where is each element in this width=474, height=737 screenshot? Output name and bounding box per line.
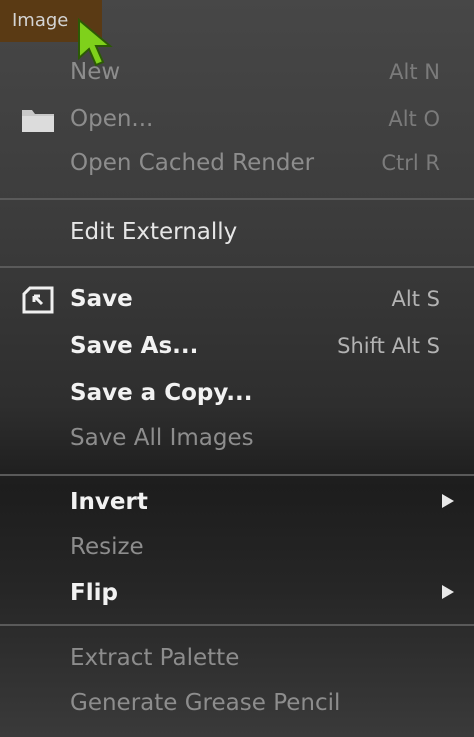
menu-item-save-label: Save — [70, 286, 133, 312]
menu-item-save-as-shortcut: Shift Alt S — [337, 334, 440, 358]
menu-item-save-as-label: Save As... — [70, 333, 199, 359]
menu-item-new-shortcut: Alt N — [389, 60, 440, 84]
separator — [0, 198, 474, 200]
screen: Image New Alt N Open... Alt O Open Cache… — [0, 0, 474, 737]
menu-item-save-all-images[interactable]: Save All Images — [0, 416, 474, 460]
menu-item-extract-palette-label: Extract Palette — [70, 645, 240, 671]
menu-item-generate-grease-pencil[interactable]: Generate Grease Pencil — [0, 681, 474, 725]
save-icon — [22, 286, 54, 314]
menu-item-invert-label: Invert — [70, 489, 148, 515]
menu-item-flip[interactable]: Flip — [0, 571, 474, 615]
menu-item-edit-externally[interactable]: Edit Externally — [0, 210, 474, 254]
separator — [0, 474, 474, 476]
menu-item-save-all-images-label: Save All Images — [70, 425, 254, 451]
menu-item-flip-label: Flip — [70, 580, 118, 606]
chevron-right-icon — [442, 585, 454, 599]
menu-item-invert[interactable]: Invert — [0, 480, 474, 524]
menu-item-resize[interactable]: Resize — [0, 525, 474, 569]
menu-item-edit-externally-label: Edit Externally — [70, 219, 238, 245]
menu-item-open[interactable]: Open... Alt O — [0, 97, 474, 141]
menu-item-save-shortcut: Alt S — [391, 287, 440, 311]
separator — [0, 624, 474, 626]
menu-item-save-a-copy[interactable]: Save a Copy... — [0, 371, 474, 415]
menu-item-open-cached-render-label: Open Cached Render — [70, 150, 315, 176]
cursor-icon — [78, 18, 113, 67]
menu-item-open-label: Open... — [70, 106, 154, 132]
menu-item-save[interactable]: Save Alt S — [0, 277, 474, 321]
folder-icon — [22, 110, 54, 132]
image-menu: New Alt N Open... Alt O Open Cached Rend… — [0, 40, 474, 737]
menu-item-open-shortcut: Alt O — [388, 107, 440, 131]
menu-item-open-cached-render[interactable]: Open Cached Render Ctrl R — [0, 141, 474, 185]
menu-item-save-as[interactable]: Save As... Shift Alt S — [0, 324, 474, 368]
menu-item-new[interactable]: New Alt N — [0, 50, 474, 94]
menu-item-open-cached-render-shortcut: Ctrl R — [381, 151, 440, 175]
menu-item-resize-label: Resize — [70, 534, 144, 560]
menu-item-save-a-copy-label: Save a Copy... — [70, 380, 253, 406]
chevron-right-icon — [442, 494, 454, 508]
separator — [0, 266, 474, 268]
menu-item-extract-palette[interactable]: Extract Palette — [0, 636, 474, 680]
menu-item-generate-grease-pencil-label: Generate Grease Pencil — [70, 690, 341, 716]
menu-title: Image — [12, 10, 69, 31]
